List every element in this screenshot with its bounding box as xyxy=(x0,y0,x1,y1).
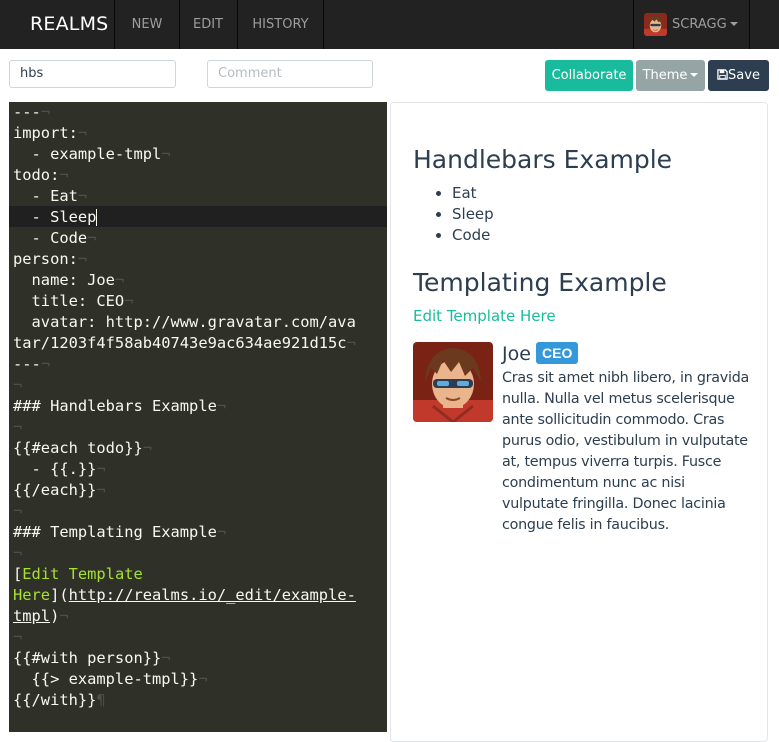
bullet xyxy=(436,233,441,238)
person-bio: Cras sit amet nibh libero, in gravida nu… xyxy=(502,370,750,533)
caret-down-icon xyxy=(729,21,738,26)
brand-logo[interactable]: REALMS xyxy=(30,13,108,35)
page-name-input[interactable] xyxy=(20,61,165,86)
save-button[interactable]: Save xyxy=(708,60,769,91)
editor-line: ¬ xyxy=(13,418,23,436)
caret-down-icon xyxy=(690,72,699,77)
editor-line: tmpl)¬ xyxy=(13,607,69,625)
comment-input[interactable] xyxy=(218,61,362,86)
editor-line: {{> example-tmpl}}¬ xyxy=(13,670,208,688)
user-avatar xyxy=(644,13,667,36)
editor-line: [Edit Template xyxy=(13,565,143,583)
avatar-image xyxy=(413,342,493,422)
person-avatar xyxy=(413,342,493,422)
page-name-field[interactable] xyxy=(9,60,176,88)
editor-line: ### Templating Example¬ xyxy=(13,523,227,541)
editor-line: ---¬ xyxy=(13,355,51,373)
editor-line: Here](http://realms.io/_edit/example- xyxy=(13,586,356,604)
navbar: REALMS NEW EDIT HISTORY SCRAGG xyxy=(0,0,779,49)
bullet xyxy=(436,212,441,217)
editor-line: ### Handlebars Example¬ xyxy=(13,397,227,415)
user-menu[interactable]: SCRAGG xyxy=(633,0,750,49)
comment-field[interactable] xyxy=(207,60,373,88)
editor-line: {{/each}}¬ xyxy=(13,481,106,499)
editor-line: ¬ xyxy=(13,628,23,646)
editor-line: - Code¬ xyxy=(13,229,97,247)
save-label: Save xyxy=(728,68,760,83)
user-name: SCRAGG xyxy=(672,17,727,32)
editor-line: person:¬ xyxy=(13,250,88,268)
nav-new[interactable]: NEW xyxy=(114,0,180,49)
edit-template-link[interactable]: Edit Template Here xyxy=(413,307,556,325)
editor-line: import:¬ xyxy=(13,124,88,142)
list-item: Sleep xyxy=(452,205,494,223)
heading-templating: Templating Example xyxy=(413,268,667,297)
editor-line: ¬ xyxy=(13,544,23,562)
title-badge: CEO xyxy=(536,342,579,364)
editor-line: ¬ xyxy=(13,502,23,520)
preview-pane: Handlebars Example Eat Sleep Code Templa… xyxy=(390,102,768,742)
floppy-disk-icon xyxy=(717,69,728,80)
editor-line: - Sleep xyxy=(13,208,98,226)
avatar-image xyxy=(644,13,667,36)
editor-line: ¬ xyxy=(13,376,23,394)
editor-line: title: CEO¬ xyxy=(13,292,134,310)
nav-edit[interactable]: EDIT xyxy=(179,0,238,49)
editor-line: {{/with}}¶ xyxy=(13,691,106,709)
editor-line: {{#each todo}}¬ xyxy=(13,439,153,457)
heading-handlebars: Handlebars Example xyxy=(413,145,673,174)
person-name: Joe xyxy=(502,343,531,365)
editor-line: ---¬ xyxy=(13,103,51,121)
list-item: Code xyxy=(452,226,491,244)
editor-line: name: Joe¬ xyxy=(13,271,125,289)
nav-history[interactable]: HISTORY xyxy=(238,0,324,49)
bullet xyxy=(436,191,441,196)
editor-line: - {{.}}¬ xyxy=(13,460,106,478)
theme-button[interactable]: Theme xyxy=(636,60,705,91)
collaborate-button[interactable]: Collaborate xyxy=(545,60,633,91)
editor-line: - example-tmpl¬ xyxy=(13,145,171,163)
editor-line: todo:¬ xyxy=(13,166,69,184)
editor-line: avatar: http://www.gravatar.com/ava xyxy=(13,313,356,331)
editor-line: - Eat¬ xyxy=(13,187,88,205)
text-cursor xyxy=(96,209,98,226)
theme-label: Theme xyxy=(642,68,688,83)
editor-line: tar/1203f4f58ab40743e9ac634ae921d15c¬ xyxy=(13,334,356,352)
list-item: Eat xyxy=(452,184,477,202)
markdown-editor[interactable]: ---¬ import:¬ - example-tmpl¬ todo:¬ - E… xyxy=(9,102,387,732)
editor-line: {{#with person}}¬ xyxy=(13,649,171,667)
